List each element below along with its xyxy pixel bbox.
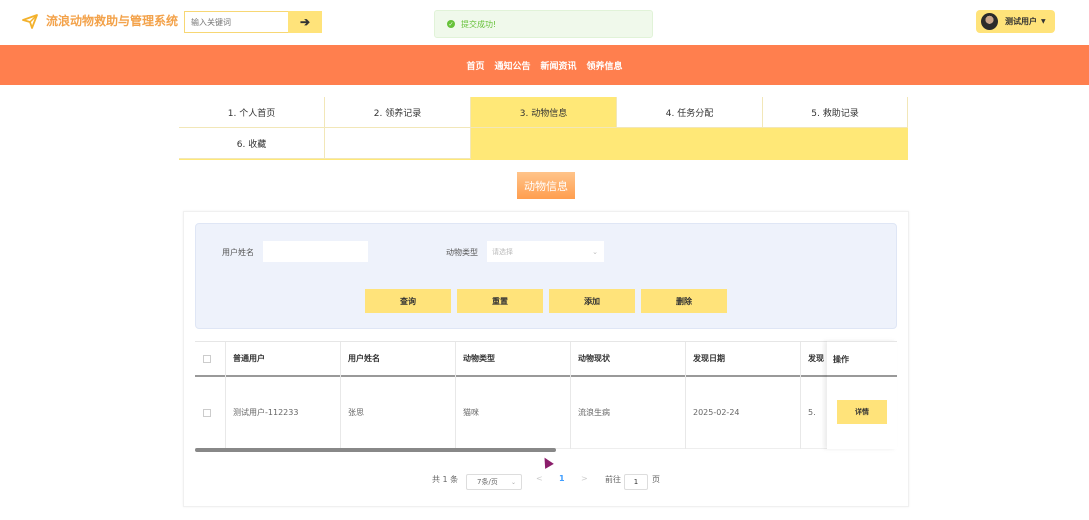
page-number-current[interactable]: 1 [559, 474, 565, 483]
select-all-checkbox[interactable] [203, 354, 211, 363]
success-toast: ✓ 提交成功! [434, 10, 653, 38]
app-logo[interactable]: 流浪动物救助与管理系统 [22, 12, 178, 29]
tab-rescue-records[interactable]: 5. 救助记录 [763, 97, 908, 128]
goto-suffix: 页 [652, 475, 660, 484]
prev-page-button[interactable]: < [536, 474, 543, 483]
data-table: 普通用户 用户姓名 动物类型 动物现状 发现日期 发现 测试用户-112233 … [195, 341, 897, 450]
row-checkbox[interactable] [203, 408, 211, 417]
cell-status: 流浪生病 [570, 377, 685, 449]
animal-type-select[interactable]: 请选择 ⌄ [486, 240, 605, 263]
chevron-down-icon: ⌄ [510, 478, 516, 486]
column-divider [455, 342, 456, 449]
nav-item-news[interactable]: 新闻资讯 [541, 59, 577, 72]
action-column: 操作 [827, 341, 897, 449]
tab-adoption-records[interactable]: 2. 领养记录 [325, 97, 471, 128]
user-name-label: 用户姓名 [222, 248, 254, 257]
search-button[interactable]: ➔ [288, 11, 322, 33]
column-divider [800, 342, 801, 449]
tab-empty [325, 128, 471, 159]
reset-button[interactable]: 重置 [457, 289, 543, 313]
tab-favorites[interactable]: 6. 收藏 [179, 128, 325, 159]
pagination-total: 共 1 条 [432, 475, 459, 484]
nav-item-home[interactable]: 首页 [466, 59, 484, 72]
page-size-value: 7条/页 [477, 478, 498, 486]
caret-down-icon: ▼ [1041, 18, 1046, 25]
tab-personal-home[interactable]: 1. 个人首页 [179, 97, 325, 128]
row-select-cell [195, 377, 225, 449]
animal-type-label: 动物类型 [446, 248, 478, 257]
detail-button[interactable]: 详情 [837, 400, 887, 424]
add-button[interactable]: 添加 [549, 289, 635, 313]
horizontal-scrollbar[interactable] [195, 448, 556, 452]
col-animal-status[interactable]: 动物现状 [570, 342, 685, 375]
user-name: 测试用户 [1005, 17, 1037, 26]
user-name-input[interactable] [262, 240, 369, 263]
cell-name: 张思 [340, 377, 455, 449]
animal-type-placeholder: 请选择 [492, 247, 513, 256]
column-divider [570, 342, 571, 449]
avatar [981, 13, 998, 30]
cell-extra: 5. [800, 377, 830, 449]
tab-animal-info[interactable]: 3. 动物信息 [471, 97, 617, 128]
next-page-button[interactable]: > [581, 474, 588, 483]
table-header: 普通用户 用户姓名 动物类型 动物现状 发现日期 发现 [195, 342, 897, 377]
column-divider [340, 342, 341, 449]
app-title: 流浪动物救助与管理系统 [46, 14, 179, 28]
arrow-right-icon: ➔ [299, 15, 311, 29]
tab-task-assignment[interactable]: 4. 任务分配 [617, 97, 763, 128]
chevron-down-icon: ⌄ [592, 247, 598, 256]
col-animal-type[interactable]: 动物类型 [455, 342, 570, 375]
search-input[interactable] [184, 11, 288, 33]
filter-panel [195, 223, 897, 329]
nav-item-adoption[interactable]: 领养信息 [587, 59, 623, 72]
section-title: 动物信息 [517, 172, 575, 199]
cell-user: 测试用户-112233 [225, 377, 340, 449]
col-user-name[interactable]: 用户姓名 [340, 342, 455, 375]
paper-plane-icon [22, 13, 38, 29]
col-regular-user[interactable]: 普通用户 [225, 342, 340, 375]
query-button[interactable]: 查询 [365, 289, 451, 313]
select-all-cell [195, 342, 225, 375]
user-menu-button[interactable]: 测试用户 ▼ [976, 10, 1055, 33]
top-header: 流浪动物救助与管理系统 ➔ ✓ 提交成功! 测试用户 ▼ [0, 0, 1089, 45]
delete-button[interactable]: 删除 [641, 289, 727, 313]
goto-page-input[interactable]: 1 [624, 474, 648, 490]
cell-type: 猫咪 [455, 377, 570, 449]
column-divider [225, 342, 226, 449]
nav-item-notices[interactable]: 通知公告 [494, 59, 530, 72]
toast-message: 提交成功! [461, 19, 497, 29]
check-circle-icon: ✓ [447, 20, 455, 28]
cell-date: 2025-02-24 [685, 377, 800, 449]
col-action: 操作 [833, 355, 849, 364]
page-size-select[interactable]: 7条/页 ⌄ [466, 474, 522, 490]
profile-tabs: 1. 个人首页 2. 领养记录 3. 动物信息 4. 任务分配 5. 救助记录 … [179, 97, 908, 160]
main-nav: 首页 通知公告 新闻资讯 领养信息 [0, 45, 1089, 85]
column-divider [685, 342, 686, 449]
header-divider [827, 375, 897, 377]
goto-label: 前往 [605, 475, 621, 484]
search-bar: ➔ [184, 11, 322, 33]
col-found-location[interactable]: 发现 [800, 342, 830, 375]
col-found-date[interactable]: 发现日期 [685, 342, 800, 375]
